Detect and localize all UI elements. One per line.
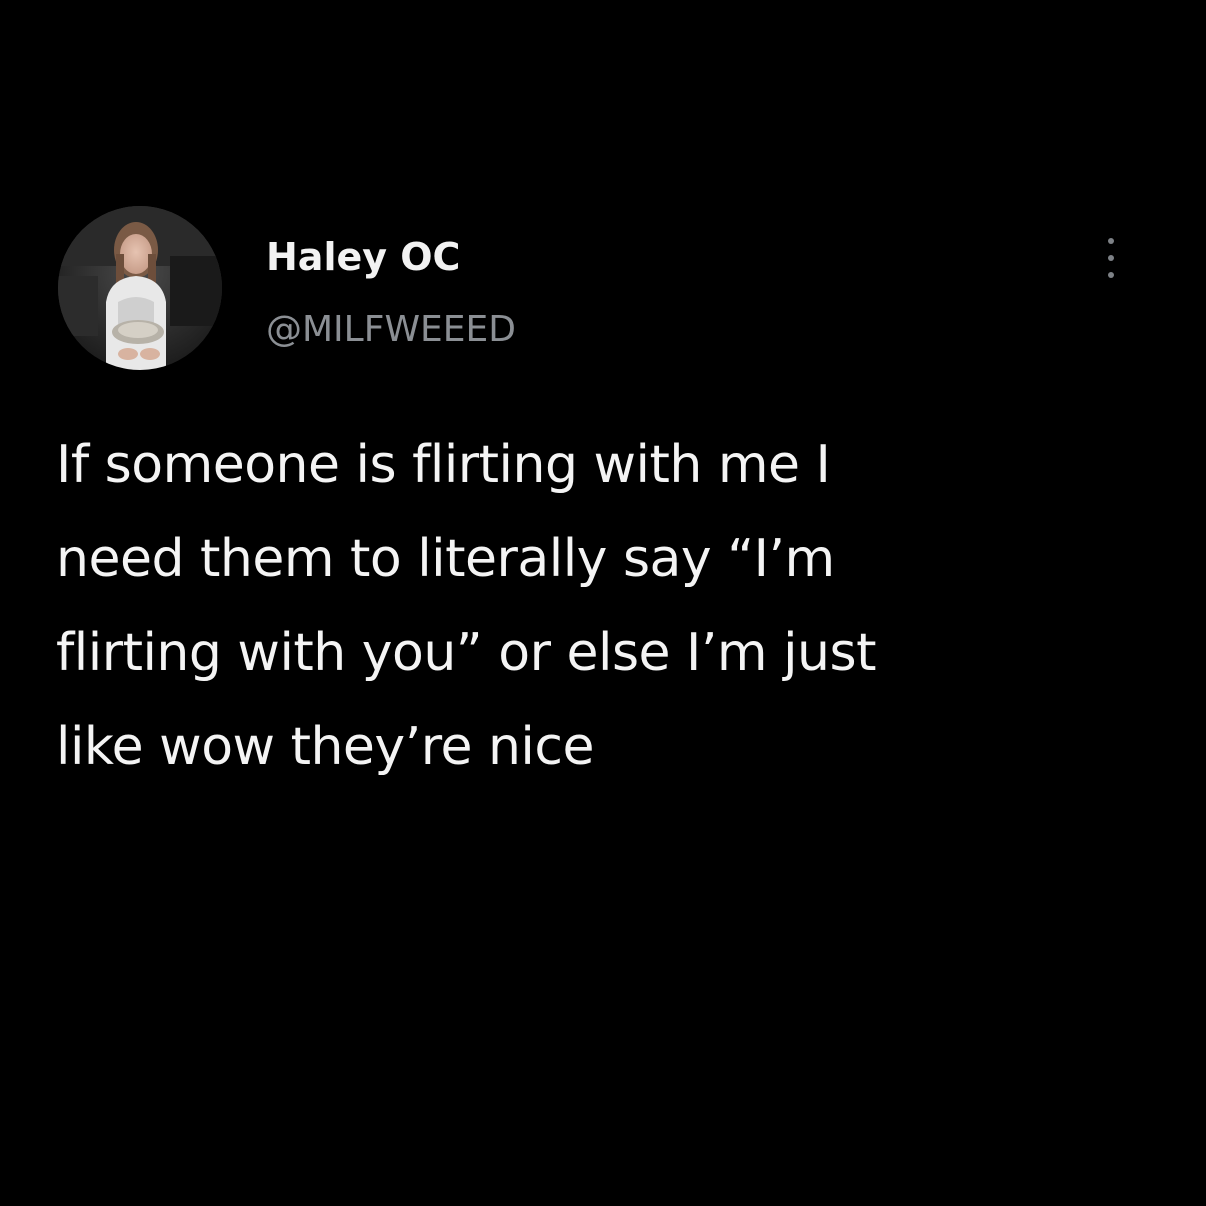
author-display-name[interactable]: Haley OC (266, 232, 460, 282)
tweet-text-line: need them to literally say “I’m (56, 529, 835, 589)
more-dot (1108, 238, 1114, 244)
tweet: Haley OC @MILFWEEED If someone is flirti… (0, 0, 1206, 1206)
more-dot (1108, 272, 1114, 278)
more-dot (1108, 255, 1114, 261)
more-vertical-icon[interactable] (1096, 234, 1126, 282)
tweet-text: If someone is flirting with me I need th… (56, 418, 1156, 794)
tweet-text-line: If someone is flirting with me I (56, 435, 831, 495)
tweet-text-line: like wow they’re nice (56, 717, 594, 777)
author-handle[interactable]: @MILFWEEED (266, 306, 516, 354)
avatar-photo (58, 206, 222, 370)
tweet-text-line: flirting with you” or else I’m just (56, 623, 876, 683)
avatar[interactable] (58, 206, 222, 370)
